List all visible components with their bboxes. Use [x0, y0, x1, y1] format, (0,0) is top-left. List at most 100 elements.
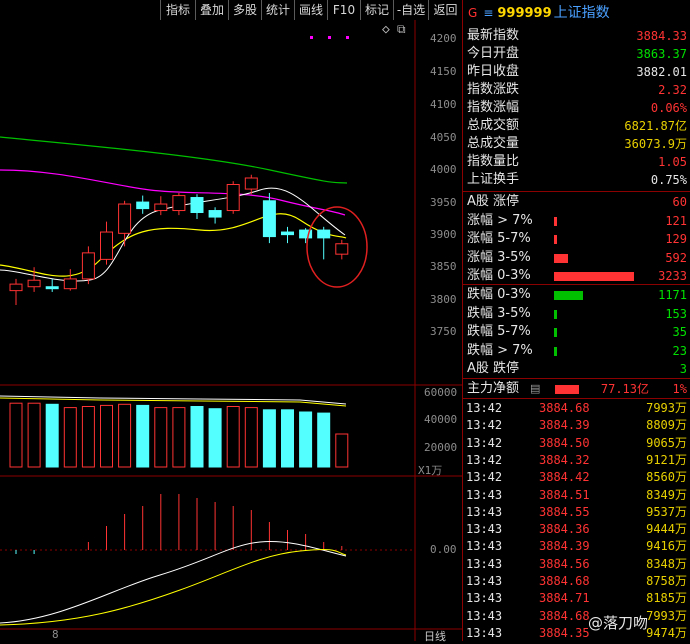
decline-row-label: 跌幅 > 7% — [467, 342, 533, 358]
advance-row-value: 592 — [665, 250, 687, 265]
quote-row: 昨日收盘 3882.01 — [463, 63, 690, 81]
tick-volume: 8185万 — [646, 591, 687, 606]
advance-row-label: 涨幅 0-3% — [467, 268, 531, 283]
tick-volume: 7993万 — [646, 401, 687, 415]
volume-bar — [9, 402, 23, 468]
tick-volume: 8809万 — [646, 418, 687, 433]
candle-body — [262, 200, 276, 238]
decline-row-value: 153 — [665, 306, 687, 321]
menu-icon[interactable]: ≡ — [483, 6, 493, 20]
tick-volume: 8349万 — [646, 487, 687, 502]
volume-bar — [27, 402, 41, 468]
candle-body — [9, 283, 23, 292]
volume-bar — [63, 407, 77, 468]
decline-row: 跌幅 0-3% 1171 — [463, 286, 690, 304]
diamond-icon[interactable]: ◇ — [382, 22, 390, 37]
quote-row-value: 1.05 — [658, 155, 687, 169]
decline-row-value: 35 — [672, 325, 687, 339]
price-axis-label: 4050 — [430, 131, 457, 144]
main-flow-bar — [555, 385, 579, 394]
main-flow-row: 主力净额 ▤ 77.13亿 1% — [463, 380, 690, 398]
tick-row: 13:43 3884.55 9537万 — [463, 504, 690, 521]
advance-row: 涨幅 > 7% 121 — [463, 212, 690, 230]
candle-body — [81, 252, 95, 280]
list-icon[interactable]: ▤ — [530, 380, 540, 398]
advance-row-value: 60 — [672, 195, 687, 209]
tick-row: 13:43 3884.36 9444万 — [463, 521, 690, 538]
volume-bar — [262, 409, 276, 468]
quote-header: G ≡ 999999 上证指数 — [463, 0, 690, 26]
ma10-line — [0, 213, 347, 277]
decline-row-value: 23 — [672, 343, 687, 358]
volume-axis-label: 60000 — [424, 386, 458, 399]
tick-time: 13:43 — [466, 608, 503, 623]
kline-chart-svg[interactable] — [0, 20, 462, 641]
candle-body — [27, 279, 41, 288]
tick-price: 3884.68 — [539, 401, 590, 415]
multi-stock-button[interactable]: 多股 — [228, 0, 261, 20]
draw-line-button[interactable]: 画线 — [294, 0, 327, 20]
period-daily-tab[interactable]: 日线 — [424, 628, 446, 644]
watermark: @落刀吻 — [588, 614, 649, 632]
volume-bar — [281, 409, 294, 468]
candle-body — [226, 184, 240, 212]
statistics-button[interactable]: 统计 — [261, 0, 294, 20]
advance-row-value: 121 — [665, 213, 687, 228]
tick-time: 13:43 — [466, 522, 503, 537]
f10-button[interactable]: F10 — [327, 0, 360, 20]
volume-bar — [154, 407, 168, 468]
tick-time: 13:43 — [466, 556, 503, 571]
main-flow-pct: 1% — [672, 382, 687, 396]
tick-row: 13:42 3884.42 8560万 — [463, 469, 690, 486]
decline-row-label: 跌幅 3-5% — [467, 305, 531, 321]
tick-volume: 9474万 — [646, 625, 687, 640]
quote-row-value: 2.32 — [658, 83, 687, 97]
tick-price: 3884.71 — [539, 591, 590, 606]
advance-row-label: 涨幅 > 7% — [467, 212, 533, 228]
back-button[interactable]: 返回 — [428, 0, 462, 20]
indicator-button[interactable]: 指标 — [160, 0, 195, 20]
stock-code: 999999 — [497, 6, 552, 21]
tick-time: 13:42 — [466, 435, 503, 450]
volume-bar — [244, 407, 258, 468]
quote-row-value: 36073.9万 — [624, 137, 687, 151]
quote-row-value: 0.75% — [650, 173, 687, 187]
overlay-button[interactable]: 叠加 — [195, 0, 228, 20]
tick-row: 13:43 3884.68 8758万 — [463, 573, 690, 590]
quote-row-value: 3884.33 — [636, 29, 687, 43]
quote-row-label: 总成交额 — [467, 118, 520, 133]
mark-button[interactable]: 标记 — [360, 0, 393, 20]
price-axis-label: 3900 — [430, 228, 457, 241]
volume-bar — [172, 407, 186, 468]
decline-row-value: 1171 — [658, 288, 687, 302]
kline-chart-area[interactable] — [0, 20, 462, 641]
tick-time: 13:43 — [466, 625, 503, 640]
tick-row: 13:43 3884.68 7993万 — [463, 608, 690, 625]
volume-bar — [136, 404, 150, 468]
advance-row: A股 涨停 60 — [463, 193, 690, 211]
settings-icon[interactable]: ⧉ — [397, 22, 406, 37]
decline-bar — [554, 291, 583, 300]
tick-price: 3884.68 — [539, 608, 590, 623]
tick-row: 13:42 3884.32 9121万 — [463, 452, 690, 469]
tick-volume: 9065万 — [646, 435, 687, 450]
quote-row-label: 上证换手 — [467, 172, 520, 187]
decline-row-value: 3 — [679, 362, 687, 376]
tick-time: 13:43 — [466, 539, 503, 554]
advance-row-label: A股 涨停 — [467, 194, 520, 209]
candle-body — [154, 203, 168, 212]
tick-volume: 8348万 — [646, 556, 687, 571]
candle-body — [208, 210, 222, 218]
candle-body — [335, 243, 349, 255]
volume-bar — [118, 403, 132, 468]
volume-axis-label: 20000 — [424, 441, 458, 454]
candle-body — [100, 231, 113, 260]
tick-time: 13:43 — [466, 487, 503, 502]
tick-time: 13:43 — [466, 504, 503, 519]
add-watchlist-button[interactable]: -自选 — [393, 0, 428, 20]
tick-volume: 8758万 — [646, 574, 687, 588]
volume-bar — [208, 408, 222, 468]
tick-time: 13:42 — [466, 418, 503, 433]
volume-bar — [45, 403, 59, 468]
quote-row-label: 总成交量 — [467, 136, 520, 151]
